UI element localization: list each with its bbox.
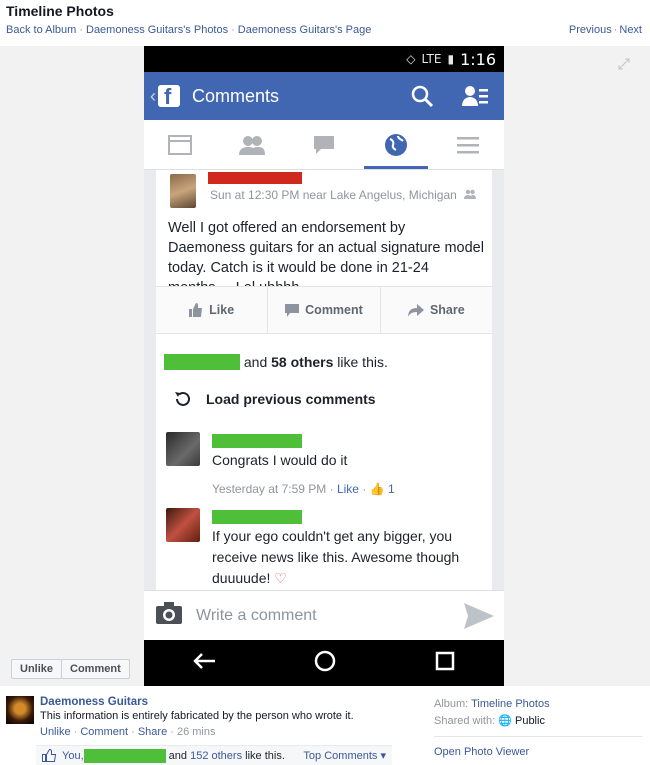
search-icon[interactable] — [410, 84, 434, 113]
breadcrumb-back-to-album[interactable]: Back to Album — [6, 24, 76, 36]
phone-screenshot: ◇ LTE ▮ 1:16 ‹ Comments — [144, 46, 504, 686]
comment-like-link[interactable]: Like — [337, 482, 359, 496]
next-link[interactable]: Next — [619, 24, 642, 36]
comment-button[interactable]: Comment — [268, 287, 381, 333]
footer-like-summary: You, and 152 others like this. Top Comme… — [36, 745, 392, 765]
friend-list-icon[interactable] — [462, 84, 488, 113]
redacted-author-name — [208, 172, 302, 184]
post-timestamp: 26 mins — [176, 726, 216, 738]
comment-bubble-icon — [285, 303, 300, 317]
app-bar: ‹ Comments — [144, 72, 504, 120]
post-card: Sun at 12:30 PM near Lake Angelus, Michi… — [156, 170, 492, 636]
like-button[interactable]: Like — [156, 287, 269, 333]
post-meta: Sun at 12:30 PM near Lake Angelus, Michi… — [210, 188, 477, 202]
status-time: 1:16 — [460, 49, 496, 69]
page-avatar[interactable] — [6, 696, 34, 724]
likes-summary[interactable]: and 58 others like this. — [164, 354, 388, 370]
network-label: LTE — [421, 52, 442, 66]
friends-audience-icon — [464, 189, 477, 199]
heart-icon: ♡ — [274, 570, 287, 586]
friends-icon — [239, 135, 265, 155]
page-name-link[interactable]: Daemoness Guitars — [40, 696, 148, 708]
photo-action-buttons: Unlike Comment — [11, 659, 130, 679]
comment-text: If your ego couldn't get any bigger, you… — [212, 528, 460, 586]
footer-actions: Unlike · Comment · Share · 26 mins — [40, 726, 216, 738]
back-chevron-icon[interactable]: ‹ — [150, 86, 156, 107]
post-actions: Like Comment Share — [156, 286, 492, 334]
battery-icon: ▮ — [447, 52, 455, 66]
tab-news-feed[interactable] — [144, 120, 216, 169]
globe-icon — [385, 133, 407, 156]
android-back-icon[interactable] — [193, 652, 216, 674]
footer-unlike-link[interactable]: Unlike — [40, 726, 71, 738]
divider — [434, 736, 642, 737]
album-link[interactable]: Timeline Photos — [471, 698, 549, 710]
commenter-avatar[interactable] — [166, 432, 200, 466]
breadcrumb-photos[interactable]: Daemoness Guitars's Photos — [86, 24, 228, 36]
thumbs-up-icon — [42, 749, 56, 762]
footer-share-link[interactable]: Share — [138, 726, 167, 738]
share-arrow-icon — [407, 303, 424, 317]
thumbs-up-icon — [189, 303, 203, 317]
comment-input[interactable]: Write a comment — [196, 607, 317, 625]
page-title: Timeline Photos — [6, 3, 114, 19]
open-photo-viewer-link[interactable]: Open Photo Viewer — [434, 746, 529, 758]
comment-text: Congrats I would do it — [212, 452, 348, 468]
tab-messages[interactable] — [288, 120, 360, 169]
breadcrumb-page[interactable]: Daemoness Guitars's Page — [238, 24, 372, 36]
share-button[interactable]: Share — [381, 287, 492, 333]
footer-comment-link[interactable]: Comment — [80, 726, 128, 738]
tab-friends[interactable] — [216, 120, 288, 169]
chevron-down-icon: ▾ — [380, 750, 386, 762]
messages-icon — [314, 135, 334, 154]
fullscreen-icon[interactable] — [618, 58, 630, 70]
tab-menu[interactable] — [432, 120, 504, 169]
redacted-commenter-name — [212, 434, 302, 448]
android-recents-icon[interactable] — [435, 651, 455, 676]
photo-side-info: Album: Timeline Photos Shared with: 🌐 Pu… — [434, 698, 550, 727]
photo-caption: This information is entirely fabricated … — [40, 710, 354, 722]
comment-meta: Yesterday at 7:59 PM · Like · 👍 1 — [212, 482, 395, 496]
camera-icon[interactable] — [156, 602, 182, 629]
redacted-liker-name — [164, 354, 240, 370]
unlike-button[interactable]: Unlike — [11, 659, 63, 679]
menu-icon — [457, 136, 479, 153]
comment-composer: Write a comment — [144, 590, 504, 640]
comment-like-count: 👍 1 — [369, 482, 395, 496]
tab-notifications[interactable] — [360, 120, 432, 169]
photo-nav: Previous · Next — [568, 24, 642, 36]
author-avatar[interactable] — [170, 174, 196, 208]
redacted-liker-name — [83, 748, 166, 763]
audience-value[interactable]: Public — [515, 715, 545, 727]
you-like-link[interactable]: You, — [62, 750, 84, 762]
previous-link[interactable]: Previous — [569, 24, 612, 36]
commenter-avatar[interactable] — [166, 508, 200, 542]
status-bar: ◇ LTE ▮ 1:16 — [144, 46, 504, 72]
vibrate-icon: ◇ — [406, 52, 416, 66]
facebook-logo-icon — [158, 84, 180, 110]
comment-item: Congrats I would do it Yesterday at 7:59… — [166, 432, 486, 496]
comment-time: Yesterday at 7:59 PM — [212, 482, 327, 496]
others-like-link[interactable]: 152 others — [190, 750, 242, 762]
android-nav-bar — [144, 640, 504, 686]
top-comments-dropdown[interactable]: Top Comments ▾ — [303, 749, 386, 762]
redacted-commenter-name — [212, 510, 302, 524]
load-previous-comments[interactable]: Load previous comments — [174, 390, 376, 408]
app-bar-title: Comments — [192, 85, 280, 106]
photo-footer: Daemoness Guitars This information is en… — [0, 690, 650, 765]
photo-stage: ◇ LTE ▮ 1:16 ‹ Comments — [0, 46, 650, 686]
android-home-icon[interactable] — [314, 650, 336, 677]
breadcrumb: Back to Album · Daemoness Guitars's Photos… — [6, 24, 372, 36]
comment-photo-button[interactable]: Comment — [61, 659, 130, 679]
news-feed-icon — [168, 134, 192, 155]
send-icon[interactable] — [464, 603, 494, 634]
globe-icon: 🌐 — [498, 715, 512, 727]
tab-bar — [144, 120, 504, 170]
refresh-icon — [175, 391, 190, 406]
